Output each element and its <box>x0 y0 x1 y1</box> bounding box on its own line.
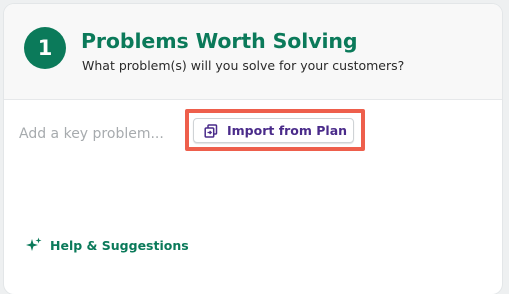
help-suggestions-link[interactable]: Help & Suggestions <box>26 237 189 253</box>
key-problem-input[interactable]: Add a key problem... <box>19 126 164 142</box>
card-header: 1 Problems Worth Solving What problem(s)… <box>4 4 502 100</box>
step-number-badge: 1 <box>24 27 66 69</box>
help-suggestions-label: Help & Suggestions <box>50 237 189 253</box>
section-subtitle: What problem(s) will you solve for your … <box>82 58 405 73</box>
import-from-plan-button[interactable]: Import from Plan <box>193 118 354 143</box>
sparkle-icon <box>26 237 42 253</box>
import-button-label: Import from Plan <box>227 123 348 138</box>
copy-import-icon <box>204 123 218 138</box>
section-title: Problems Worth Solving <box>81 29 358 53</box>
